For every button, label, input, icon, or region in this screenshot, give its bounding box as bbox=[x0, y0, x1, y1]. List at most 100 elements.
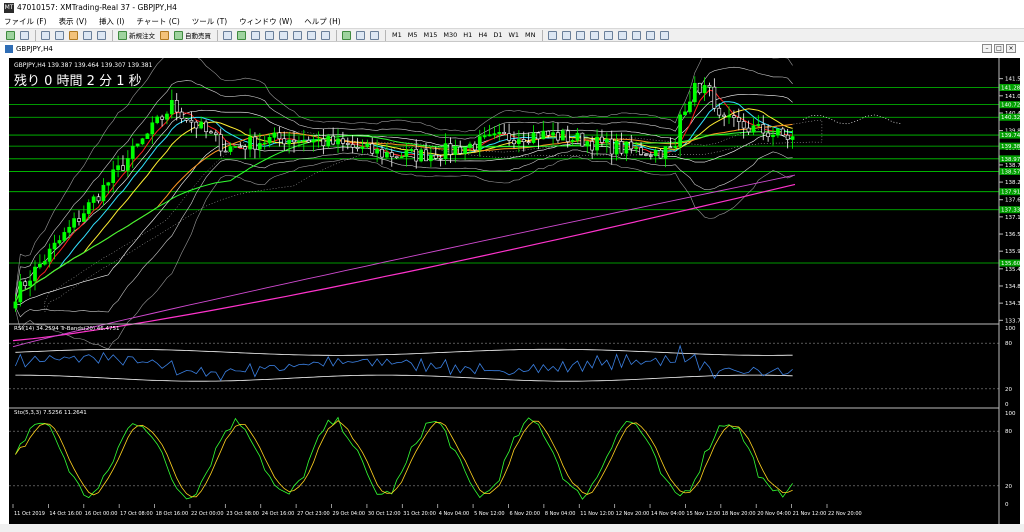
candle[interactable] bbox=[653, 150, 658, 157]
candle[interactable] bbox=[204, 121, 208, 133]
candle[interactable] bbox=[341, 138, 345, 144]
candle[interactable] bbox=[717, 107, 722, 116]
candle[interactable] bbox=[13, 301, 18, 309]
chart-window[interactable]: 141.570141.015140.460139.890139.335138.7… bbox=[9, 38, 1024, 524]
candle[interactable] bbox=[355, 147, 360, 149]
menu-view[interactable]: 表示 (V) bbox=[59, 16, 87, 27]
candle[interactable] bbox=[277, 132, 282, 140]
candle[interactable] bbox=[370, 143, 375, 154]
candle[interactable] bbox=[404, 150, 409, 158]
candle[interactable] bbox=[301, 139, 306, 142]
candle[interactable] bbox=[179, 111, 184, 119]
menu-tools[interactable]: ツール (T) bbox=[192, 16, 227, 27]
candle[interactable] bbox=[619, 141, 624, 154]
candle[interactable] bbox=[673, 146, 678, 148]
candle[interactable] bbox=[345, 143, 350, 145]
candle[interactable] bbox=[473, 143, 477, 151]
candle[interactable] bbox=[218, 134, 223, 152]
candle[interactable] bbox=[42, 261, 47, 265]
candle[interactable] bbox=[38, 263, 42, 268]
templates-button[interactable] bbox=[368, 29, 381, 41]
candle[interactable] bbox=[512, 140, 516, 145]
candle[interactable] bbox=[604, 138, 609, 143]
price-chart[interactable]: 141.570141.015140.460139.890139.335138.7… bbox=[9, 38, 1024, 524]
candle[interactable] bbox=[287, 139, 292, 145]
candle[interactable] bbox=[629, 141, 634, 150]
maximize-button[interactable]: □ bbox=[994, 44, 1004, 53]
menu-insert[interactable]: 挿入 (I) bbox=[99, 16, 124, 27]
bar-chart-button[interactable] bbox=[221, 29, 234, 41]
indicators-button[interactable] bbox=[340, 29, 353, 41]
candle[interactable] bbox=[135, 143, 140, 147]
candle[interactable] bbox=[482, 135, 487, 138]
candle[interactable] bbox=[736, 117, 741, 122]
close-button[interactable]: × bbox=[1006, 44, 1016, 53]
candle[interactable] bbox=[414, 149, 419, 162]
candle[interactable] bbox=[600, 136, 604, 143]
arrows-button[interactable] bbox=[658, 29, 671, 41]
candle[interactable] bbox=[648, 155, 653, 157]
candle[interactable] bbox=[169, 100, 174, 115]
timeframe-m30[interactable]: M30 bbox=[440, 31, 460, 39]
text-label-button[interactable] bbox=[644, 29, 657, 41]
candle[interactable] bbox=[272, 132, 277, 138]
candle[interactable] bbox=[614, 141, 619, 155]
candle[interactable] bbox=[507, 133, 511, 141]
candle[interactable] bbox=[634, 147, 639, 150]
candle[interactable] bbox=[385, 152, 389, 158]
candle[interactable] bbox=[595, 136, 599, 151]
candle[interactable] bbox=[668, 146, 673, 149]
meta-editor-button[interactable] bbox=[158, 29, 171, 41]
candle[interactable] bbox=[375, 148, 379, 154]
candle[interactable] bbox=[487, 134, 492, 137]
candle[interactable] bbox=[106, 182, 111, 186]
candle[interactable] bbox=[253, 136, 257, 150]
candle[interactable] bbox=[174, 100, 179, 113]
candle[interactable] bbox=[443, 143, 448, 159]
data-window-button[interactable] bbox=[53, 29, 66, 41]
candle[interactable] bbox=[52, 242, 57, 250]
candle[interactable] bbox=[262, 142, 267, 145]
candle[interactable] bbox=[468, 143, 472, 148]
navigator-button[interactable] bbox=[67, 29, 80, 41]
candle-chart-button[interactable] bbox=[235, 29, 248, 41]
tile-windows-button[interactable] bbox=[291, 29, 304, 41]
candle[interactable] bbox=[238, 146, 243, 148]
candle[interactable] bbox=[223, 150, 228, 153]
candle[interactable] bbox=[394, 156, 399, 159]
candle[interactable] bbox=[541, 130, 546, 140]
candle[interactable] bbox=[785, 134, 790, 140]
candle[interactable] bbox=[453, 146, 458, 155]
new-order-button[interactable]: 新規注文 bbox=[116, 29, 157, 41]
candle[interactable] bbox=[424, 149, 428, 162]
candle[interactable] bbox=[497, 132, 502, 134]
candle[interactable] bbox=[565, 130, 570, 142]
candle[interactable] bbox=[389, 152, 394, 158]
chart-shift-button[interactable] bbox=[319, 29, 332, 41]
candle[interactable] bbox=[311, 139, 316, 143]
timeframe-h4[interactable]: H4 bbox=[475, 31, 490, 39]
candle[interactable] bbox=[399, 156, 404, 159]
menu-window[interactable]: ウィンドウ (W) bbox=[239, 16, 292, 27]
candle[interactable] bbox=[292, 139, 296, 143]
candle[interactable] bbox=[609, 138, 614, 155]
timeframe-m15[interactable]: M15 bbox=[421, 31, 441, 39]
candle[interactable] bbox=[624, 141, 629, 154]
candle[interactable] bbox=[692, 82, 697, 103]
candle[interactable] bbox=[145, 133, 150, 140]
candle[interactable] bbox=[790, 136, 795, 140]
candle[interactable] bbox=[360, 146, 365, 149]
candle[interactable] bbox=[732, 115, 736, 118]
candle[interactable] bbox=[663, 146, 668, 159]
candle[interactable] bbox=[306, 139, 311, 143]
candle[interactable] bbox=[570, 139, 575, 142]
line-chart-button[interactable] bbox=[249, 29, 262, 41]
candle[interactable] bbox=[150, 122, 155, 135]
candle[interactable] bbox=[28, 280, 32, 286]
candle[interactable] bbox=[697, 82, 702, 94]
candle[interactable] bbox=[580, 132, 585, 147]
candle[interactable] bbox=[766, 132, 770, 138]
candle[interactable] bbox=[771, 134, 775, 138]
candle[interactable] bbox=[521, 139, 526, 143]
candle[interactable] bbox=[531, 132, 536, 143]
